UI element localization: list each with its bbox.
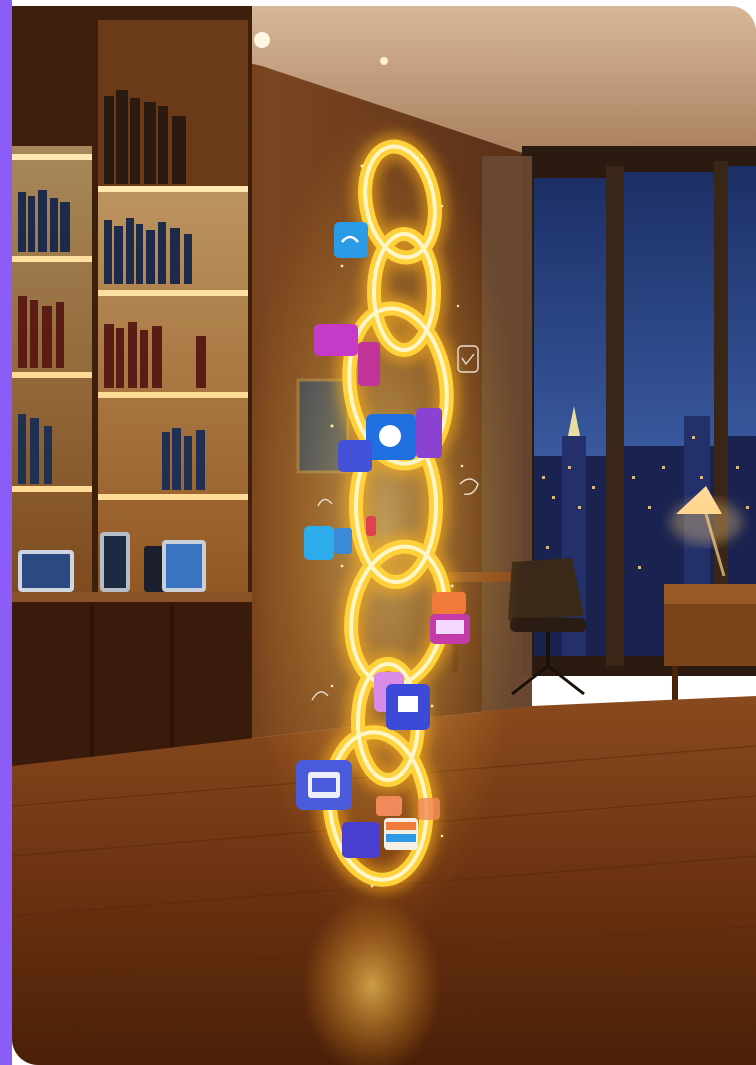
page-root	[0, 0, 756, 1065]
bookshelf	[12, 6, 252, 782]
ceiling-light	[380, 57, 388, 65]
accent-bar	[0, 0, 12, 1065]
app-icon-pink	[430, 592, 470, 644]
image-card	[12, 6, 756, 1065]
glowing-chain	[244, 106, 524, 946]
hero-illustration	[12, 6, 756, 1065]
app-icon-blue	[334, 222, 368, 258]
ceiling-light	[254, 32, 270, 48]
app-icon-purple	[296, 760, 352, 810]
